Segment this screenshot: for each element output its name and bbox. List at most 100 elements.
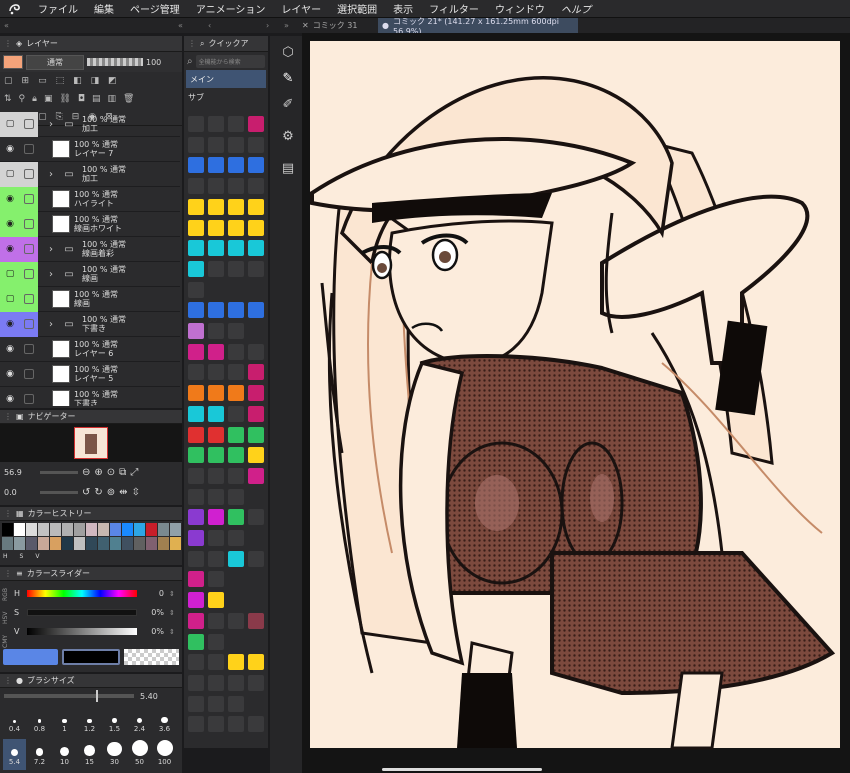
color-icon[interactable]: ◩ [108,76,117,86]
layer-lock-icon[interactable] [20,261,38,287]
quick-access-button[interactable] [248,654,264,671]
quick-access-button[interactable] [228,447,244,464]
quick-access-button[interactable] [228,488,244,505]
quick-access-button[interactable] [228,530,244,546]
quick-access-button[interactable] [228,116,244,132]
layer-row[interactable]: ◉ 100 % 通常 レイヤー 6 [0,337,180,362]
layer-lock-icon[interactable] [20,211,38,237]
lock-transparent-icon[interactable]: ⊞ [22,76,30,86]
quick-access-button[interactable] [208,198,224,215]
fit-window-icon[interactable]: ⤢ [130,467,138,478]
stepper-icon[interactable]: ⇕ [169,628,175,636]
quick-access-button[interactable] [248,116,264,132]
quick-access-button[interactable] [248,612,264,629]
brush-size-value[interactable]: 5.40 [140,692,158,701]
quick-access-button[interactable] [228,550,244,567]
brush-size-option[interactable]: 1.2 [78,706,101,737]
quick-access-button[interactable] [208,343,224,360]
quick-access-button[interactable] [188,654,204,671]
color-swatch[interactable] [86,537,97,550]
grip-icon[interactable]: ⋮ [4,509,12,518]
color-swatch[interactable] [14,523,25,536]
quick-access-button[interactable] [248,364,264,381]
eye-icon[interactable]: ◉ [0,387,20,407]
zoom-value[interactable]: 56.9 [4,468,36,477]
quick-access-button[interactable] [188,447,204,464]
eye-icon[interactable]: ▢ [0,261,20,287]
expand-icon[interactable]: › [266,21,269,30]
quick-access-button[interactable] [208,116,224,132]
value-value[interactable]: 0% [142,627,164,636]
eye-icon[interactable]: ▢ [0,286,20,312]
quick-access-button[interactable] [228,136,244,153]
color-swatch[interactable] [38,523,49,536]
mode-v[interactable]: V [35,553,39,560]
color-swatch[interactable] [134,523,145,536]
pen-settings-icon[interactable]: ✐ [276,92,300,116]
rotate-left-icon[interactable]: ↺ [82,487,90,498]
menu-help[interactable]: ヘルプ [553,1,599,16]
chevron-icon[interactable]: › [42,117,60,131]
quick-access-button[interactable] [188,260,204,277]
quick-access-button[interactable] [188,116,204,132]
flip-vertical-icon[interactable]: ⇳ [132,487,140,498]
quick-access-button[interactable] [188,488,204,505]
quick-access-button[interactable] [208,260,224,277]
quick-access-button[interactable] [248,136,264,153]
reset-rotation-icon[interactable]: ⊚ [107,487,115,498]
collapse-left-icon[interactable]: « [4,21,9,30]
menu-selection[interactable]: 選択範囲 [329,1,385,16]
quick-search-input[interactable]: 全機能から検索 [195,54,265,68]
mode-s[interactable]: S [20,553,24,560]
quick-access-button[interactable] [188,674,204,691]
grip-icon[interactable]: ⋮ [4,569,12,578]
quick-access-button[interactable] [188,571,204,588]
quick-access-button[interactable] [188,240,204,257]
chevron-icon[interactable]: › [42,317,60,331]
quick-access-button[interactable] [188,592,204,609]
zoom-in-icon[interactable]: ⊕ [94,467,102,478]
brush-size-option[interactable]: 10 [53,739,76,770]
mode-rgb[interactable]: RGB [2,588,12,601]
close-icon[interactable]: ✕ [302,21,309,30]
color-swatch[interactable] [134,537,145,550]
quick-tab-sub[interactable]: サブ [184,88,268,106]
quick-access-button[interactable] [248,550,264,567]
quick-access-button[interactable] [208,571,224,588]
rotation-value[interactable]: 0.0 [4,488,36,497]
quick-access-button[interactable] [188,530,204,546]
eye-icon[interactable]: ◉ [0,236,20,262]
navigator-tool-icon[interactable]: ⬡ [276,40,300,64]
color-swatch[interactable] [2,537,13,550]
eye-icon[interactable]: ◉ [0,362,20,387]
quick-access-button[interactable] [208,612,224,629]
color-swatch[interactable] [158,537,169,550]
quick-access-button[interactable] [188,343,204,360]
eye-icon[interactable]: ▢ [0,161,20,187]
quick-access-button[interactable] [248,385,264,402]
quick-access-button[interactable] [228,323,244,339]
layer-row[interactable]: ▢ 100 % 通常 線画 [0,286,180,312]
brush-size-option[interactable]: 0.4 [3,706,26,737]
brush-size-option[interactable]: 50 [128,739,151,770]
brush-size-option[interactable]: 30 [103,739,126,770]
layer-row[interactable]: ◉ › ▭ 100 % 通常 下書き [0,311,180,337]
color-swatch[interactable] [38,537,49,550]
tab-comic-31[interactable]: ✕ コミック 31 [302,18,376,33]
quick-access-button[interactable] [248,467,264,484]
brush-size-option[interactable]: 3.6 [153,706,176,737]
chevron-icon[interactable]: › [42,242,60,256]
quick-tab-main[interactable]: メイン [186,70,266,88]
layer-row[interactable]: ◉ 100 % 通常 下書き [0,387,180,406]
color-swatch[interactable] [62,523,73,536]
quick-access-button[interactable] [188,178,204,195]
color-swatch[interactable] [146,537,157,550]
quick-access-button[interactable] [248,405,264,422]
menu-layer[interactable]: レイヤー [273,1,329,16]
layer-lock-icon[interactable] [20,161,38,187]
quick-access-button[interactable] [208,302,224,319]
layer-row[interactable]: ▢ › ▭ 100 % 通常 加工 [0,161,180,187]
layer-effect-icon[interactable]: ⚲ [19,94,26,104]
quick-access-button[interactable] [188,426,204,443]
color-swatch[interactable] [26,537,37,550]
